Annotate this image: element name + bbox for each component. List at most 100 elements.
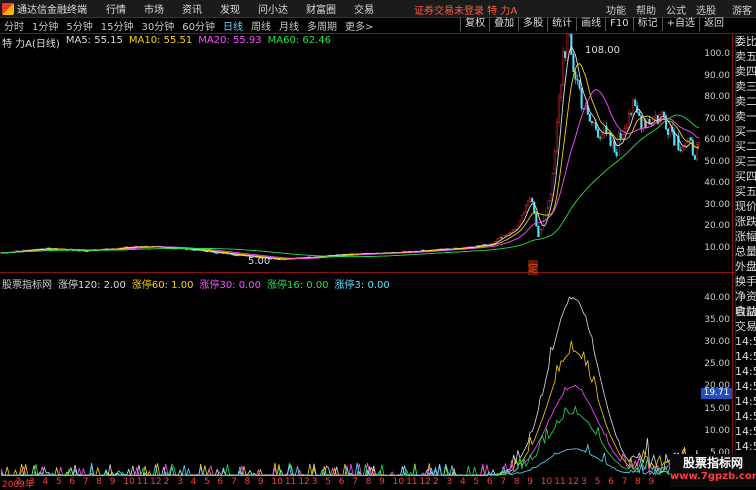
menu-item-quotes[interactable]: 行情 (106, 1, 126, 16)
zt16-line (1, 407, 699, 476)
time-axis-label: 2 (433, 477, 439, 487)
period-60min[interactable]: 60分钟 (178, 18, 219, 33)
period-monthly[interactable]: 月线 (275, 18, 303, 33)
period-multi[interactable]: 多周期 (303, 18, 341, 33)
price-axis-label: 50.00 (704, 157, 730, 167)
sidebar-label: 卖四 (735, 64, 756, 79)
candle (589, 114, 591, 121)
candle (188, 249, 190, 250)
candle (560, 85, 562, 98)
low-price-label: 5.00 (248, 256, 270, 267)
tool-mark[interactable]: 标记 (633, 17, 662, 31)
user-label[interactable]: 游客 (732, 2, 752, 17)
login-warning[interactable]: 证券交易未登录 特 力A (414, 2, 517, 17)
sidebar-label: 卖一 (735, 109, 756, 124)
candle (505, 235, 507, 236)
period-more[interactable]: 更多> (341, 18, 377, 33)
period-30min[interactable]: 30分钟 (137, 18, 178, 33)
app-title: 通达信金融终端 (17, 1, 87, 16)
sidebar-label: 14:56 (735, 364, 756, 379)
sidebar-label: 14:56 (735, 394, 756, 409)
indicator-name[interactable]: 股票指标网 (2, 276, 52, 288)
time-axis-label: 3 (312, 477, 318, 487)
zt60-line (1, 341, 699, 476)
tool-overlay[interactable]: 叠加 (489, 17, 518, 31)
period-1min[interactable]: 1分钟 (28, 18, 62, 33)
price-axis-label: 80.00 (704, 92, 730, 102)
time-axis-label: 8 (96, 477, 102, 487)
time-axis-label: 7 (500, 477, 506, 487)
menu-item-select[interactable]: 选股 (696, 2, 716, 17)
menu-item-discover[interactable]: 发现 (220, 1, 240, 16)
zt3-value: 涨停3: 0.00 (335, 276, 390, 288)
time-axis-label: 8 (514, 477, 520, 487)
time-axis-label: 10 (541, 477, 552, 487)
zt120-line (1, 297, 699, 476)
zt60-value: 涨停60: 1.00 (132, 276, 194, 288)
menu-item-function[interactable]: 功能 (606, 2, 626, 17)
tool-f10[interactable]: F10 (605, 17, 632, 31)
candle (558, 98, 560, 122)
period-minute[interactable]: 分时 (0, 18, 28, 33)
high-price-label: 108.00 (585, 45, 620, 56)
sidebar-label: 买五 (735, 184, 756, 199)
menu-item-trade[interactable]: 交易 (354, 1, 374, 16)
price-axis-label: 30.00 (704, 200, 730, 210)
tool-adjust[interactable]: 复权 (460, 17, 489, 31)
time-axis: 2009年23456789101112234567891011123567891… (0, 477, 732, 487)
app-logo-icon (2, 3, 14, 15)
period-15min[interactable]: 15分钟 (97, 18, 138, 33)
candle (649, 119, 651, 123)
candle (525, 205, 527, 213)
candle (626, 127, 628, 128)
tool-multi[interactable]: 多股 (518, 17, 547, 31)
kline-chart[interactable] (0, 34, 732, 270)
menu-item-ask[interactable]: 问小达 (258, 1, 288, 16)
time-axis-label: 3 (446, 477, 452, 487)
menu-item-help[interactable]: 帮助 (636, 2, 656, 17)
candle (630, 114, 632, 115)
indicator-axis-label: 15.00 (704, 404, 730, 414)
menu-item-wealth[interactable]: 财富圈 (306, 1, 336, 16)
candle (513, 229, 515, 230)
menu-item-news[interactable]: 资讯 (182, 1, 202, 16)
price-axis-label: 20.00 (704, 221, 730, 231)
candle (556, 122, 558, 152)
sidebar-label: 自动 (735, 304, 756, 319)
chart-toolbar: 复权 叠加 多股 统计 画线 F10 标记 +自选 返回 (460, 17, 728, 31)
sidebar-label: 14:56 (735, 439, 756, 454)
sidebar-label: 涨跌 (735, 214, 756, 229)
sidebar-label: 现价 (735, 199, 756, 214)
quote-sidebar: 委比卖五卖四卖三卖二卖一买一买二买三买四买五现价涨跌涨幅总量外盘换手净资收益 自… (735, 34, 756, 487)
candle (680, 150, 682, 151)
indicator-axis-label: 25.00 (704, 359, 730, 369)
candle (667, 129, 669, 135)
ma5-line (1, 46, 699, 259)
candle (519, 220, 521, 226)
indicator-axis-label: 40.00 (704, 293, 730, 303)
divider-price-axis (732, 34, 733, 477)
sidebar-label: 买四 (735, 169, 756, 184)
tool-draw[interactable]: 画线 (576, 17, 605, 31)
time-axis-label: 12 (150, 477, 161, 487)
sidebar-label: 买一 (735, 124, 756, 139)
tool-stats[interactable]: 统计 (547, 17, 576, 31)
time-axis-label: 5 (473, 477, 479, 487)
price-axis-label: 70.00 (704, 114, 730, 124)
time-axis-label: 4 (42, 477, 48, 487)
indicator-chart[interactable] (0, 290, 732, 476)
menu-item-market[interactable]: 市场 (144, 1, 164, 16)
tool-back[interactable]: 返回 (699, 17, 728, 31)
tool-add-favorite[interactable]: +自选 (662, 17, 699, 31)
sidebar-label: 14:56 (735, 349, 756, 364)
candle (575, 72, 577, 80)
candle (620, 133, 622, 138)
menu-item-formula[interactable]: 公式 (666, 2, 686, 17)
period-weekly[interactable]: 周线 (247, 18, 275, 33)
time-axis-label: 12 (420, 477, 431, 487)
period-5min[interactable]: 5分钟 (62, 18, 96, 33)
time-axis-label: 6 (218, 477, 224, 487)
candle (562, 51, 564, 85)
zt16-value: 涨停16: 0.00 (267, 276, 329, 288)
period-daily[interactable]: 日线 (219, 18, 247, 33)
